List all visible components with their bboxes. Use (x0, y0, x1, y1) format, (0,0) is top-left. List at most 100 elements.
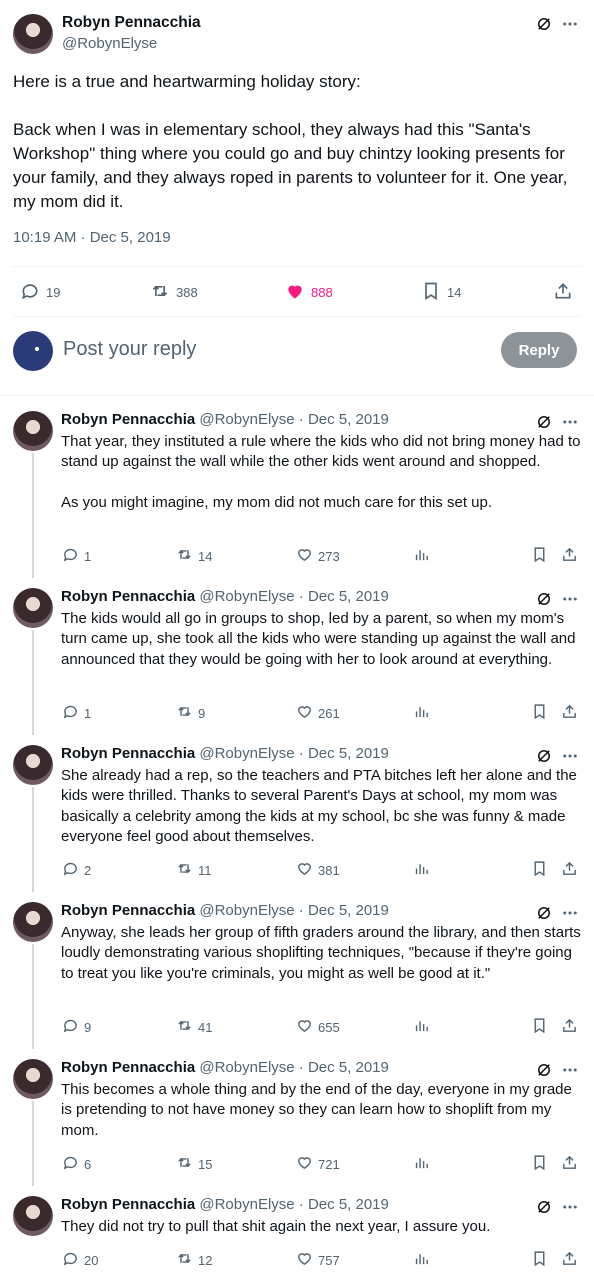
views-action[interactable] (413, 1250, 430, 1270)
share-action[interactable] (561, 546, 578, 566)
author-name[interactable]: Robyn Pennacchia (61, 902, 195, 919)
author-meta[interactable]: @RobynElyse · Dec 5, 2019 (199, 411, 389, 428)
like-action[interactable]: 381 (296, 860, 340, 880)
retweet-action[interactable]: 12 (176, 1250, 212, 1270)
analytics-icon (413, 703, 430, 723)
reply-action[interactable]: 19 (20, 281, 60, 304)
share-action[interactable] (561, 860, 578, 880)
more-icon[interactable] (560, 1060, 580, 1080)
retweet-icon (176, 1250, 193, 1270)
share-icon (561, 1017, 578, 1037)
views-action[interactable] (413, 1154, 430, 1174)
reply-action[interactable]: 6 (62, 1154, 91, 1174)
grok-icon[interactable] (534, 1197, 554, 1217)
avatar[interactable] (13, 1059, 53, 1099)
retweet-action[interactable]: 14 (176, 546, 212, 566)
bookmark-action[interactable] (531, 546, 548, 566)
more-icon[interactable] (560, 589, 580, 609)
reply-action[interactable]: 1 (62, 703, 91, 723)
author-meta[interactable]: @RobynElyse · Dec 5, 2019 (199, 745, 389, 762)
bookmark-icon (531, 1154, 548, 1174)
author-name[interactable]: Robyn Pennacchia (61, 588, 195, 605)
reply-icon (62, 1250, 79, 1270)
grok-icon[interactable] (534, 589, 554, 609)
grok-icon[interactable] (534, 746, 554, 766)
views-action[interactable] (413, 1017, 430, 1037)
bookmark-icon (421, 281, 441, 304)
views-action[interactable] (413, 860, 430, 880)
retweet-action[interactable]: 9 (176, 703, 205, 723)
author-meta[interactable]: @RobynElyse · Dec 5, 2019 (199, 902, 389, 919)
like-action[interactable]: 757 (296, 1250, 340, 1270)
author-name[interactable]: Robyn Pennacchia (61, 1059, 195, 1076)
author-name[interactable]: Robyn Pennacchia (61, 745, 195, 762)
avatar[interactable] (13, 1196, 53, 1236)
bookmark-action[interactable]: 14 (421, 281, 461, 304)
retweet-action[interactable]: 15 (176, 1154, 212, 1174)
author-meta[interactable]: @RobynElyse · Dec 5, 2019 (199, 588, 389, 605)
grok-icon[interactable] (534, 903, 554, 923)
tweet-actions: 19 388 888 14 (0, 278, 594, 304)
more-icon[interactable] (560, 412, 580, 432)
retweet-action[interactable]: 11 (176, 860, 212, 880)
author-name[interactable]: Robyn Pennacchia (61, 1196, 195, 1213)
views-action[interactable] (413, 546, 430, 566)
more-icon[interactable] (560, 14, 580, 34)
more-icon[interactable] (560, 903, 580, 923)
user-avatar[interactable] (13, 331, 53, 371)
reply-action[interactable]: 2 (62, 860, 91, 880)
bookmark-action[interactable] (531, 1154, 548, 1174)
grok-icon[interactable] (534, 1060, 554, 1080)
reply-text: This becomes a whole thing and by the en… (61, 1081, 577, 1139)
share-icon (561, 1154, 578, 1174)
bookmark-action[interactable] (531, 703, 548, 723)
avatar[interactable] (13, 14, 53, 54)
reply-action[interactable]: 1 (62, 546, 91, 566)
share-action[interactable] (561, 703, 578, 723)
retweet-action[interactable]: 41 (176, 1017, 212, 1037)
like-action[interactable]: 273 (296, 546, 340, 566)
bookmark-action[interactable] (531, 860, 548, 880)
reply-count: 20 (84, 1252, 99, 1268)
reply-action[interactable]: 20 (62, 1250, 98, 1270)
author-meta[interactable]: @RobynElyse · Dec 5, 2019 (199, 1196, 389, 1213)
avatar[interactable] (13, 588, 53, 628)
timestamp[interactable]: 10:19 AM · Dec 5, 2019 (13, 229, 171, 246)
bookmark-action[interactable] (531, 1250, 548, 1270)
tweet-text: Here is a true and heartwarming holiday … (13, 72, 568, 211)
more-icon[interactable] (560, 746, 580, 766)
reply-action[interactable]: 9 (62, 1017, 91, 1037)
share-action[interactable] (561, 1250, 578, 1270)
reply-input[interactable]: Post your reply (63, 338, 196, 361)
retweet-icon (176, 860, 193, 880)
like-action[interactable]: 888 (285, 281, 333, 304)
reply-actions: 1 14 273 (0, 546, 594, 566)
retweet-count: 12 (198, 1252, 213, 1268)
like-action[interactable]: 261 (296, 703, 340, 723)
share-action[interactable] (561, 1017, 578, 1037)
heart-icon (296, 703, 313, 723)
reply-icon (62, 860, 79, 880)
reply-button[interactable]: Reply (501, 332, 577, 368)
author-name[interactable]: Robyn Pennacchia (62, 14, 201, 32)
retweet-action[interactable]: 388 (150, 281, 198, 304)
reply-text: That year, they instituted a rule where … (61, 433, 581, 511)
avatar[interactable] (13, 902, 53, 942)
share-action[interactable] (553, 281, 573, 304)
author-meta[interactable]: @RobynElyse · Dec 5, 2019 (199, 1059, 389, 1076)
bookmark-action[interactable] (531, 1017, 548, 1037)
like-action[interactable]: 655 (296, 1017, 340, 1037)
grok-icon[interactable] (534, 412, 554, 432)
more-icon[interactable] (560, 1197, 580, 1217)
author-handle[interactable]: @RobynElyse (62, 35, 157, 52)
views-action[interactable] (413, 703, 430, 723)
like-action[interactable]: 721 (296, 1154, 340, 1174)
bookmark-icon (531, 703, 548, 723)
author-name[interactable]: Robyn Pennacchia (61, 411, 195, 428)
grok-icon[interactable] (534, 14, 554, 34)
avatar[interactable] (13, 411, 53, 451)
analytics-icon (413, 1250, 430, 1270)
avatar[interactable] (13, 745, 53, 785)
share-action[interactable] (561, 1154, 578, 1174)
share-icon (561, 860, 578, 880)
